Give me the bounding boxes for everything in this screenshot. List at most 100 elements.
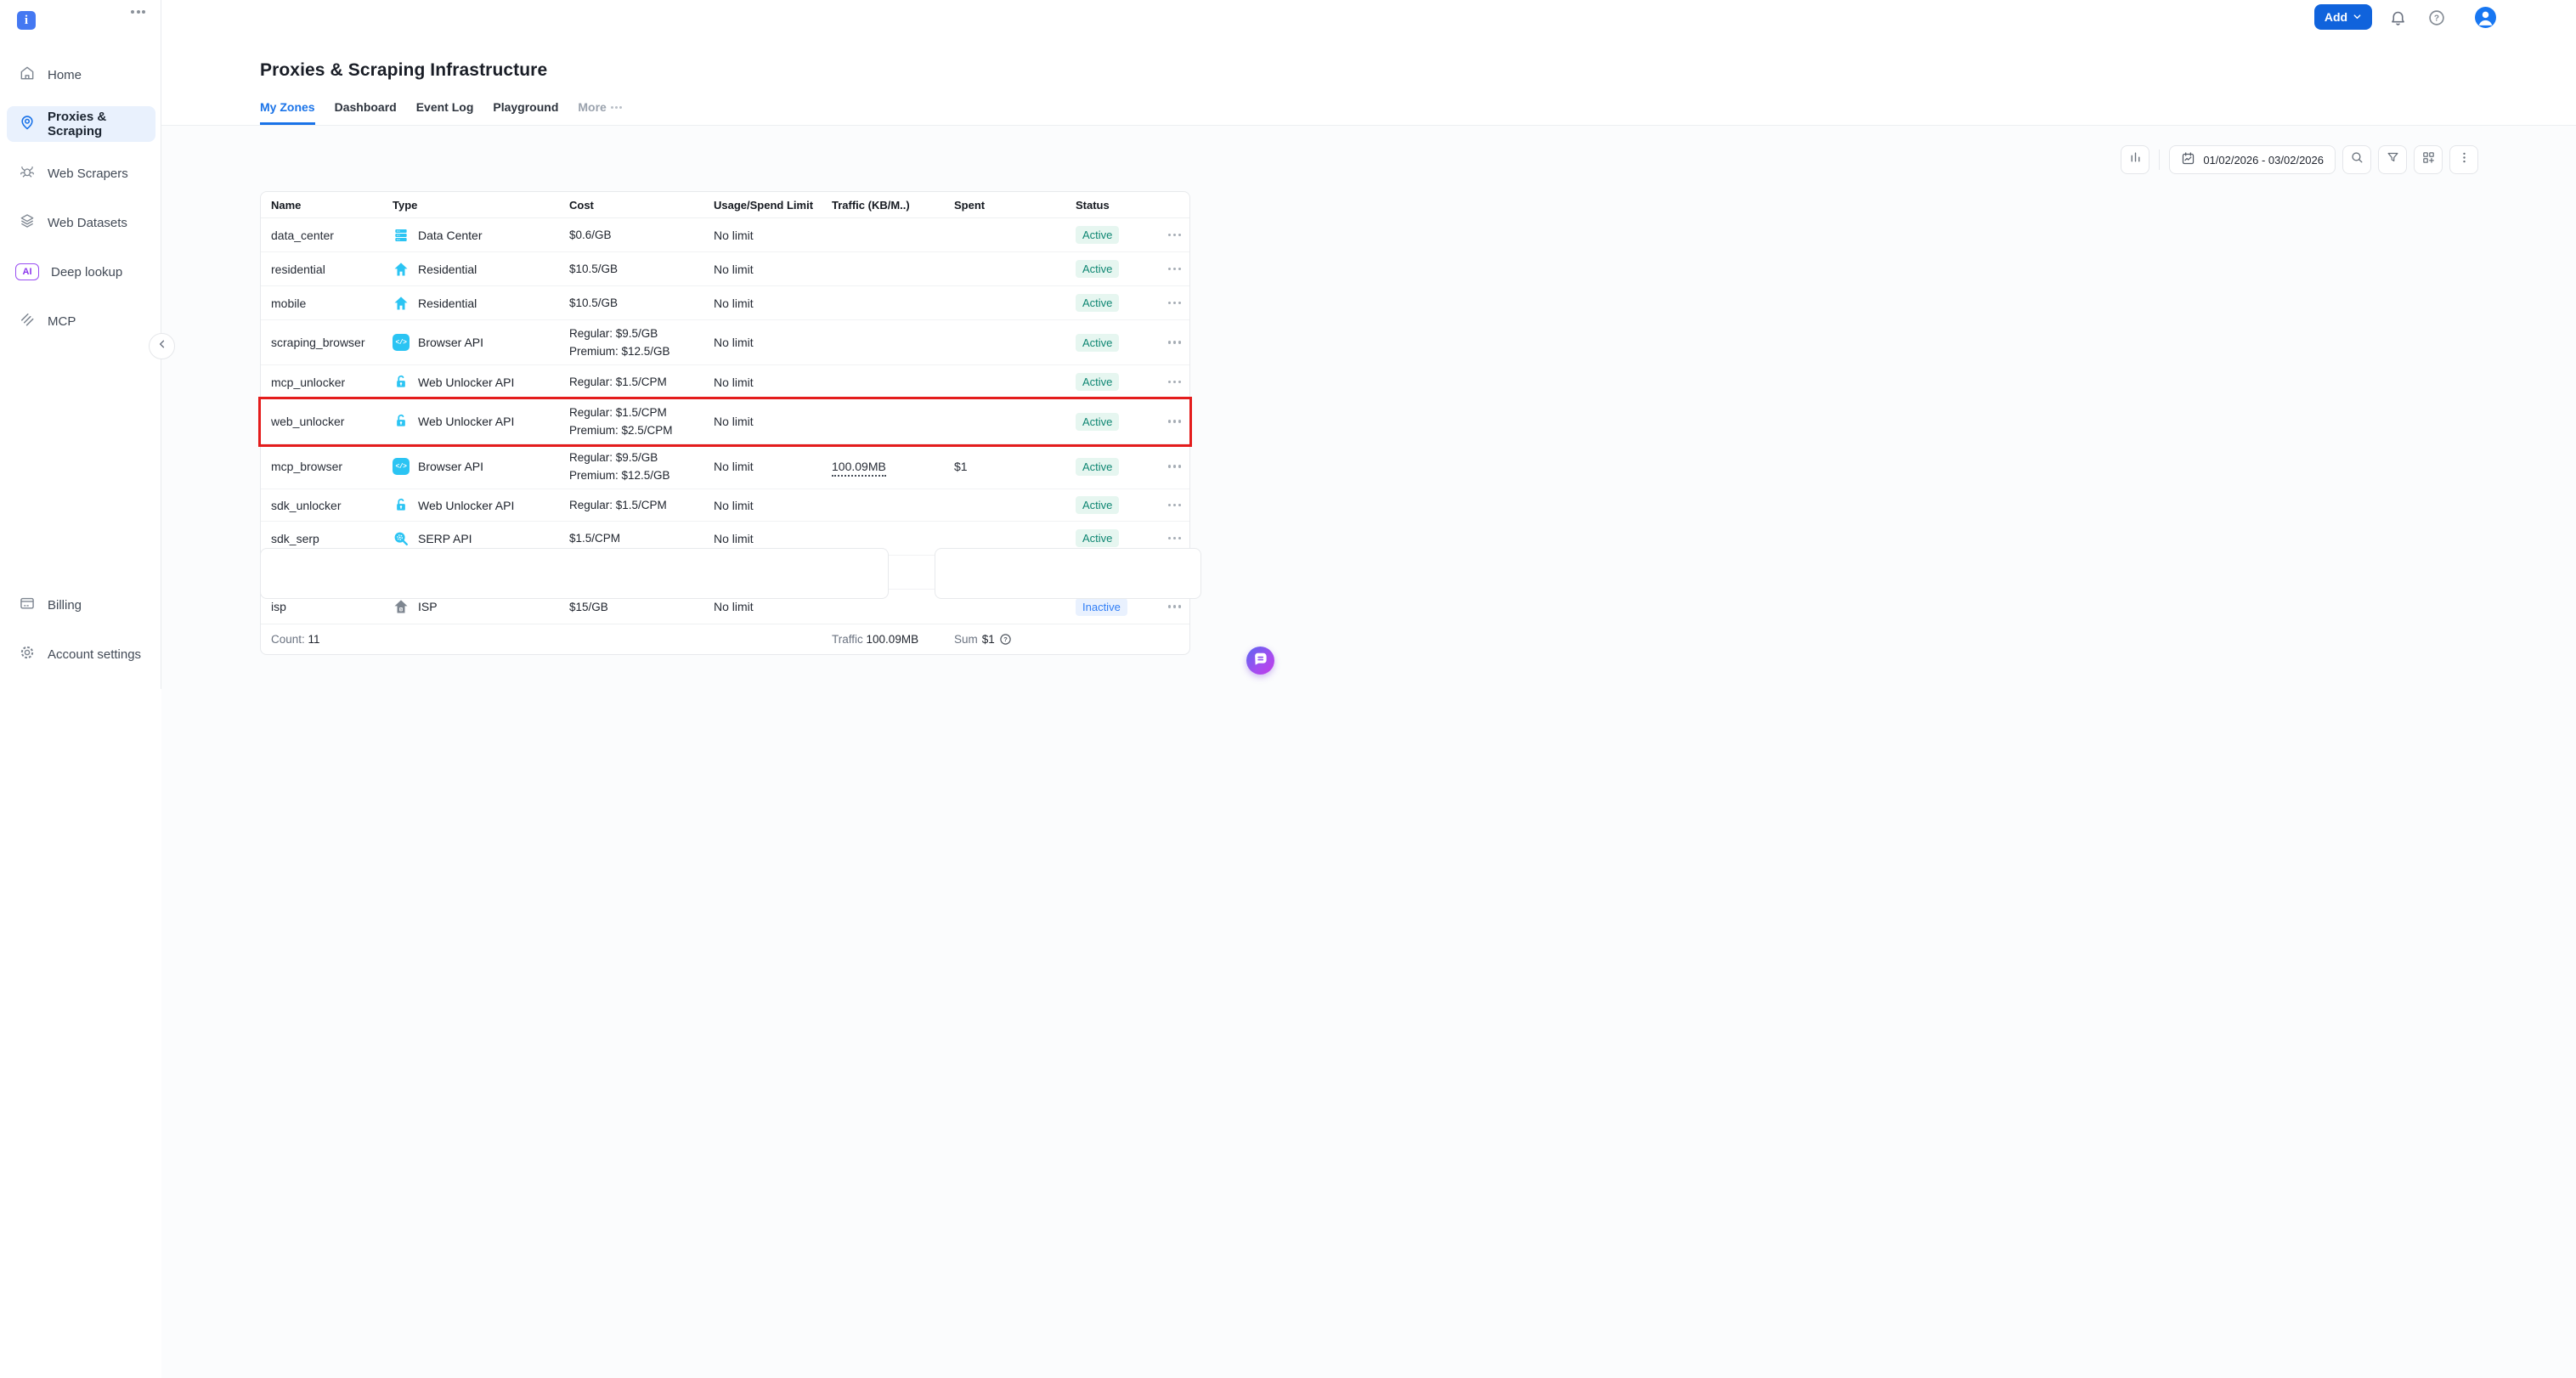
table-row[interactable]: scraping_browser</>Browser APIRegular: $… <box>261 320 1189 365</box>
sidebar-menu-icon[interactable] <box>131 10 145 14</box>
help-icon[interactable]: ? <box>2426 8 2447 28</box>
row-actions-button[interactable] <box>1167 264 1183 274</box>
sidebar-item-label: Web Scrapers <box>48 167 128 181</box>
table-options-button[interactable] <box>2449 145 2478 174</box>
date-range-button[interactable]: 01/02/2026 - 03/02/2026 <box>2169 145 2336 174</box>
sidebar-item-web-datasets[interactable]: Web Datasets <box>0 205 161 240</box>
zone-cost: Regular: $1.5/CPM <box>569 492 714 518</box>
filter-button[interactable] <box>2378 145 2407 174</box>
zone-usage-limit: No limit <box>714 263 832 276</box>
status-badge: Active <box>1076 334 1119 352</box>
help-circle-icon[interactable]: ? <box>999 633 1012 646</box>
tab-more[interactable]: More <box>578 100 621 125</box>
row-actions-button[interactable] <box>1167 377 1183 387</box>
tab-dashboard[interactable]: Dashboard <box>335 100 397 125</box>
user-avatar[interactable] <box>2475 7 2496 28</box>
zone-type: Web Unlocker API <box>393 413 569 430</box>
sidebar-item-label: Web Datasets <box>48 216 127 230</box>
chevron-down-icon <box>2353 10 2362 24</box>
table-row[interactable]: data_center Data Center$0.6/GBNo limitAc… <box>261 218 1189 252</box>
table-row[interactable]: mcp_unlockerWeb Unlocker APIRegular: $1.… <box>261 365 1189 399</box>
mcp-icon <box>19 311 36 331</box>
zone-type-label: Web Unlocker API <box>418 376 514 389</box>
column-header-usage-limit: Usage/Spend Limit <box>714 199 832 212</box>
tab-event-log[interactable]: Event Log <box>416 100 474 125</box>
page-header: Proxies & Scraping Infrastructure Add ? … <box>161 0 2576 126</box>
zones-count: Count: 11 <box>271 633 393 646</box>
zone-type-label: Web Unlocker API <box>418 499 514 512</box>
status-badge: Active <box>1076 496 1119 514</box>
row-actions-button[interactable] <box>1167 298 1183 308</box>
zone-usage-limit: No limit <box>714 532 832 545</box>
sidebar-item-proxies-scraping[interactable]: Proxies & Scraping <box>7 106 155 142</box>
server-icon <box>393 227 410 244</box>
row-actions-button[interactable] <box>1167 601 1183 612</box>
row-actions-button[interactable] <box>1167 337 1183 347</box>
row-actions-button[interactable] <box>1167 461 1183 472</box>
location-pin-icon <box>19 114 36 134</box>
table-row[interactable]: web_unlockerWeb Unlocker APIRegular: $1.… <box>261 399 1189 444</box>
chat-widget-button[interactable] <box>1246 647 1274 675</box>
code-icon: </> <box>393 458 410 475</box>
zone-name: sdk_unlocker <box>271 499 393 512</box>
sidebar-item-home[interactable]: Home <box>0 57 161 93</box>
zone-type: Data Center <box>393 227 569 244</box>
gear-icon <box>19 644 36 664</box>
tab-playground[interactable]: Playground <box>493 100 558 125</box>
row-actions-button[interactable] <box>1167 416 1183 426</box>
svg-text:?: ? <box>2434 14 2439 24</box>
credit-card-icon <box>19 595 36 615</box>
bottom-left-card <box>260 548 889 599</box>
zone-name: web_unlocker <box>271 415 393 428</box>
zone-status: Active <box>1076 334 1156 352</box>
row-actions-button[interactable] <box>1167 534 1183 544</box>
code-icon: </> <box>393 334 410 351</box>
add-button[interactable]: Add <box>2314 4 2372 30</box>
zone-status: Active <box>1076 260 1156 278</box>
column-header-cost: Cost <box>569 199 714 212</box>
table-row[interactable]: residentialResidential$10.5/GBNo limitAc… <box>261 252 1189 286</box>
customize-columns-button[interactable] <box>2414 145 2443 174</box>
traffic-value[interactable]: 100.09MB <box>832 460 886 477</box>
sidebar-item-web-scrapers[interactable]: Web Scrapers <box>0 155 161 191</box>
sidebar-item-deep-lookup[interactable]: AI Deep lookup <box>0 254 161 290</box>
zone-type: Residential <box>393 261 569 278</box>
zone-status: Active <box>1076 373 1156 391</box>
sidebar-item-mcp[interactable]: MCP <box>0 303 161 339</box>
zone-name: isp <box>271 600 393 613</box>
sidebar-item-billing[interactable]: Billing <box>0 587 161 623</box>
status-badge: Active <box>1076 294 1119 312</box>
sidebar-item-label: Account settings <box>48 647 141 662</box>
chart-view-button[interactable] <box>2121 145 2149 174</box>
zone-type-label: Residential <box>418 296 477 310</box>
status-badge: Active <box>1076 226 1119 244</box>
table-row[interactable]: sdk_unlocker Web Unlocker API Regular: $1.… <box>261 489 1189 522</box>
sidebar-item-account-settings[interactable]: Account settings <box>0 636 161 672</box>
zone-spent: $1 <box>954 460 1076 473</box>
zone-type-label: ISP <box>418 600 438 613</box>
column-header-traffic: Traffic (KB/M..) <box>832 199 954 212</box>
zone-name: data_center <box>271 229 393 242</box>
zone-type: SERP API <box>393 530 569 547</box>
page-title: Proxies & Scraping Infrastructure <box>260 60 547 81</box>
notifications-bell-icon[interactable] <box>2387 8 2408 28</box>
row-actions-button[interactable] <box>1167 230 1183 240</box>
zone-usage-limit: No limit <box>714 229 832 242</box>
table-row[interactable]: mobileResidential$10.5/GBNo limitActive <box>261 286 1189 320</box>
unlock-icon <box>393 413 410 430</box>
sidebar-collapse-button[interactable] <box>149 333 175 359</box>
zone-name: residential <box>271 263 393 276</box>
calendar-icon <box>2181 151 2195 168</box>
sidebar-nav: Home Proxies & Scraping Web Scrapers Web… <box>0 57 161 353</box>
brand-logo[interactable]: i <box>17 11 36 30</box>
zone-usage-limit: No limit <box>714 499 832 512</box>
table-footer-row: Count: 11 Traffic 100.09MB Sum $1 ? <box>261 624 1189 654</box>
search-button[interactable] <box>2342 145 2371 174</box>
chat-bubble-icon <box>1252 651 1268 671</box>
status-badge: Active <box>1076 529 1119 547</box>
tab-my-zones[interactable]: My Zones <box>260 100 315 125</box>
status-badge: Inactive <box>1076 598 1127 616</box>
row-actions-button[interactable] <box>1167 500 1183 511</box>
table-row[interactable]: mcp_browser</>Browser APIRegular: $9.5/G… <box>261 444 1189 489</box>
tab-bar: My Zones Dashboard Event Log Playground … <box>260 100 622 125</box>
